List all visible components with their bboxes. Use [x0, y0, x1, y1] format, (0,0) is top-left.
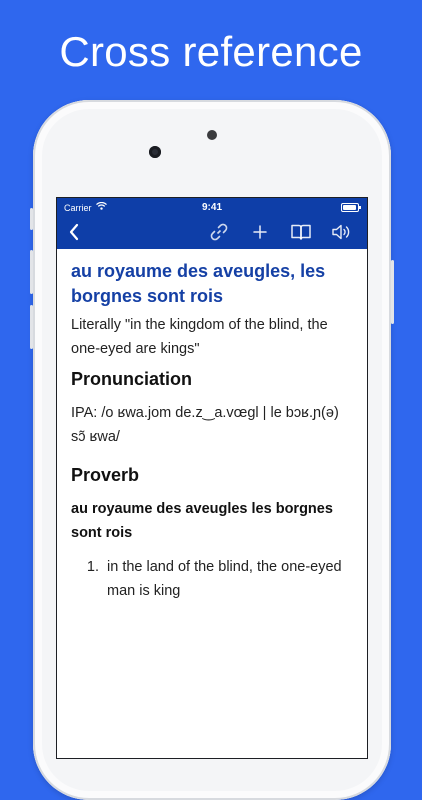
- front-camera: [149, 146, 161, 158]
- screen: Carrier 9:41 au royaume des aveugles, le…: [57, 198, 367, 758]
- battery-icon: [341, 203, 361, 212]
- ipa-text: IPA: /o ʁwa.jom de.z‿a.vœɡl | le bɔʁ.ɲ(ə…: [71, 405, 339, 445]
- entry-title: au royaume des aveugles, les borgnes son…: [71, 261, 326, 306]
- headline: Cross reference: [59, 28, 363, 75]
- book-icon: [291, 224, 311, 240]
- definition-number: 1.: [86, 559, 99, 575]
- definition-text[interactable]: in the land of the blind, the one-eyed m…: [107, 555, 353, 603]
- plus-icon: [253, 225, 267, 239]
- power-button: [391, 260, 394, 324]
- speaker-icon: [332, 224, 350, 240]
- definition-item: 1. in the land of the blind, the one-eye…: [71, 555, 353, 603]
- link-icon: [210, 223, 228, 241]
- link-button[interactable]: [207, 222, 231, 242]
- add-button[interactable]: [248, 222, 272, 242]
- chevron-left-icon: [69, 223, 79, 241]
- book-button[interactable]: [288, 222, 314, 242]
- pos-heading: Proverb: [71, 465, 140, 485]
- volume-up-button: [30, 250, 33, 294]
- status-bar: Carrier 9:41: [57, 198, 367, 218]
- earpiece: [207, 130, 217, 140]
- navigation-bar: Carrier 9:41: [57, 198, 367, 249]
- headword: au royaume des aveugles les borgnes sont…: [71, 501, 333, 541]
- phone-frame: Carrier 9:41 au royaume des aveugles, le…: [30, 100, 394, 800]
- entry-content: au royaume des aveugles, les borgnes son…: [57, 259, 367, 603]
- speaker-button[interactable]: [329, 222, 355, 242]
- literal-translation: Literally "in the kingdom of the blind, …: [71, 317, 328, 357]
- clock: 9:41: [201, 202, 222, 213]
- back-button[interactable]: [63, 222, 85, 242]
- definition-list: 1. in the land of the blind, the one-eye…: [71, 555, 353, 603]
- volume-down-button: [30, 305, 33, 349]
- mute-switch: [30, 208, 33, 230]
- pronunciation-heading: Pronunciation: [71, 369, 192, 389]
